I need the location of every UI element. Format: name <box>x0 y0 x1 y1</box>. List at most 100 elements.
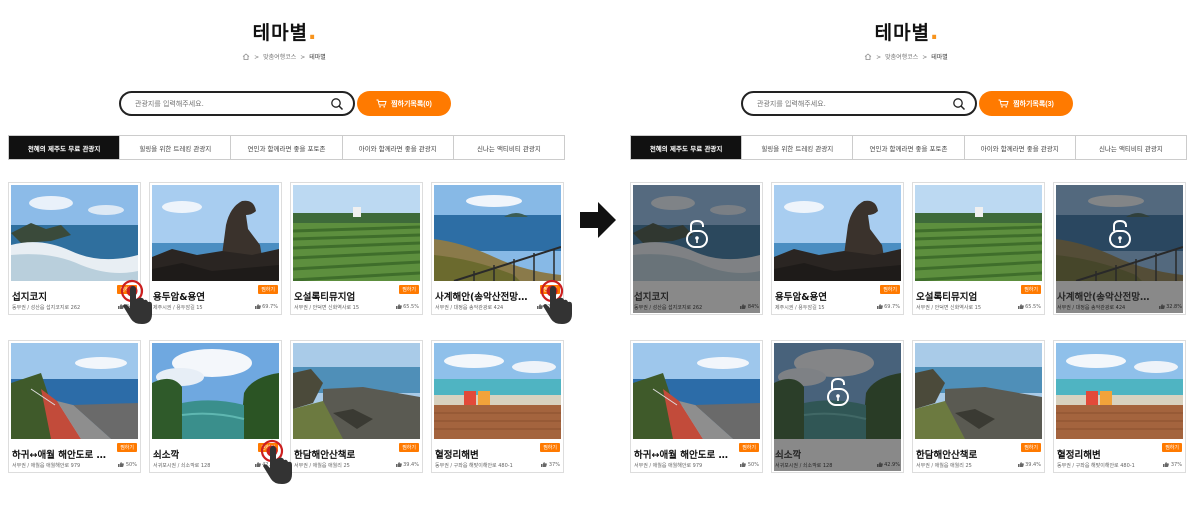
attraction-photo[interactable] <box>434 185 561 281</box>
breadcrumb: > 맞춤여행코스 > 테마별 <box>622 52 1192 61</box>
like-value: 50% <box>747 462 759 468</box>
thumbs-up-icon <box>254 304 261 309</box>
like-value: 39.4% <box>1025 462 1041 468</box>
tab-trekking[interactable]: 힐링을 위한 트레킹 관광지 <box>742 136 854 159</box>
attraction-card-handam-trail[interactable]: 한담해안산책로 찜하기 서부권 / 애월읍 애월리 25 39.4% <box>290 340 423 473</box>
breadcrumb-item[interactable]: 맞춤여행코스 <box>885 54 918 61</box>
tab-free[interactable]: 천혜의 제주도 무료 관광지 <box>631 136 743 159</box>
attraction-card-handam-trail[interactable]: 한담해안산책로 찜하기 서부권 / 애월읍 애월리 25 39.4% <box>912 340 1045 473</box>
wishlist-badge[interactable]: 찜하기 <box>1021 285 1041 294</box>
attraction-photo[interactable] <box>915 343 1042 439</box>
attraction-photo[interactable] <box>915 185 1042 281</box>
attraction-name: 쇠소깍 <box>153 450 180 461</box>
attraction-name: 사계해안(송악산전망… <box>435 292 528 303</box>
wishlist-badge[interactable]: 찜하기 <box>1021 443 1041 452</box>
search-box[interactable] <box>119 91 355 116</box>
attraction-address: 서부권 / 애월읍 애월리 25 <box>294 463 350 469</box>
attraction-photo[interactable] <box>774 185 901 281</box>
like-value: 69.7% <box>884 304 900 310</box>
like-rate: 50% <box>118 462 137 468</box>
attraction-photo[interactable] <box>434 343 561 439</box>
like-rate: 37% <box>541 462 560 468</box>
thumbs-up-icon <box>1163 462 1170 467</box>
attraction-card-soesokkak[interactable]: 쇠소깍서귀포시권 / 쇠소깍로 128 42.9% <box>771 340 904 473</box>
wishlist-badge[interactable]: 찜하기 <box>399 443 419 452</box>
attraction-photo[interactable] <box>293 185 420 281</box>
attraction-photo[interactable] <box>152 343 279 439</box>
tab-activity[interactable]: 신나는 액티비티 관광지 <box>1075 136 1187 159</box>
tab-free[interactable]: 천혜의 제주도 무료 관광지 <box>9 136 121 159</box>
tab-activity[interactable]: 신나는 액티비티 관광지 <box>453 136 565 159</box>
wishlist-badge[interactable]: 찜하기 <box>117 443 137 452</box>
search-box[interactable] <box>741 91 977 116</box>
breadcrumb: > 맞춤여행코스 > 테마별 <box>0 52 570 61</box>
wishlist-badge[interactable]: 찜하기 <box>540 443 560 452</box>
tab-photozone[interactable]: 연인과 함께라면 좋을 포토존 <box>853 136 965 159</box>
like-rate: 69.7% <box>254 304 278 310</box>
wishlist-badge[interactable]: 찜하기 <box>880 285 900 294</box>
like-rate: 65.5% <box>1017 304 1041 310</box>
selected-overlay[interactable] <box>1056 185 1183 313</box>
wishlist-badge[interactable]: 찜하기 <box>739 443 759 452</box>
attraction-photo[interactable] <box>152 185 279 281</box>
tab-photozone[interactable]: 연인과 함께라면 좋을 포토존 <box>231 136 343 159</box>
thumbs-up-icon <box>395 304 402 309</box>
attraction-card-hagwi-aewol-road[interactable]: 하귀↔애월 해안도로 … 찜하기 서부권 / 애월읍 애월해안로 979 50% <box>8 340 141 473</box>
attraction-card-hagwi-aewol-road[interactable]: 하귀↔애월 해안도로 … 찜하기 서부권 / 애월읍 애월해안로 979 50% <box>630 340 763 473</box>
like-value: 65.5% <box>1025 304 1041 310</box>
attraction-address: 서부권 / 안덕면 신화역사로 15 <box>916 305 982 311</box>
attraction-address: 제주시권 / 용두암길 15 <box>775 305 825 311</box>
attraction-card-sagye-coast[interactable]: 사계해안(송악산전망…서부권 / 대정읍 송악관광로 424 32.8% <box>1053 182 1186 315</box>
attraction-name: 섭지코지 <box>12 292 47 303</box>
attraction-card-yongduam[interactable]: 용두암&용연 찜하기 제주시권 / 용두암길 15 69.7% <box>149 182 282 315</box>
like-value: 37% <box>1170 462 1182 468</box>
search-input[interactable] <box>135 98 315 110</box>
tab-kids[interactable]: 아이와 함께라면 좋을 관광지 <box>342 136 454 159</box>
attraction-card-hyeopjae-beach[interactable]: 혈정리해변 찜하기동부권 / 구좌읍 해맞이해안로 480-1 37% <box>1053 340 1186 473</box>
wishlist-button[interactable]: 찜하기목록(3) <box>979 91 1073 116</box>
thumbs-up-icon <box>1017 462 1024 467</box>
theme-tabs: 천혜의 제주도 무료 관광지 힐링을 위한 트레킹 관광지 연인과 함께라면 좋… <box>630 135 1187 160</box>
attraction-photo[interactable] <box>633 343 760 439</box>
search-icon[interactable] <box>952 97 966 111</box>
like-value: 37% <box>548 462 560 468</box>
attraction-card-hyeopjae-beach[interactable]: 혈정리해변 찜하기 동부권 / 구좌읍 해맞이해안로 480-1 37% <box>431 340 564 473</box>
like-rate: 69.7% <box>876 304 900 310</box>
thumbs-up-icon <box>876 304 883 309</box>
attraction-photo[interactable] <box>11 343 138 439</box>
wishlist-badge[interactable]: 찜하기 <box>258 285 278 294</box>
attraction-address: 제주시권 / 용두암길 15 <box>153 305 203 311</box>
unlock-icon <box>1109 219 1131 248</box>
breadcrumb-item[interactable]: 맞춤여행코스 <box>263 54 296 61</box>
selected-overlay[interactable] <box>633 185 760 313</box>
attraction-photo[interactable] <box>1056 343 1183 439</box>
attraction-name: 혈정리해변 <box>435 450 479 461</box>
cart-icon <box>376 99 387 108</box>
thumbs-up-icon <box>118 462 125 467</box>
like-value: 50% <box>125 462 137 468</box>
search-icon[interactable] <box>330 97 344 111</box>
attraction-photo[interactable] <box>293 343 420 439</box>
attraction-address: 서부권 / 애월읍 애월해안로 979 <box>634 463 703 469</box>
attraction-card-osulloc[interactable]: 오설록티뮤지엄 찜하기 서부권 / 안덕면 신화역사로 15 65.5% <box>290 182 423 315</box>
search-row: 찜하기목록(3) <box>741 91 1076 116</box>
home-icon[interactable] <box>864 53 872 60</box>
attraction-card-seopjikoji[interactable]: 섭지코지동부권 / 성산읍 섭지코지로 262 84% <box>630 182 763 315</box>
attraction-name: 혈정리해변 <box>1057 450 1101 461</box>
wishlist-button[interactable]: 찜하기목록(0) <box>357 91 451 116</box>
tab-trekking[interactable]: 힐링을 위한 트레킹 관광지 <box>120 136 232 159</box>
attraction-photo[interactable] <box>11 185 138 281</box>
selected-overlay[interactable] <box>774 343 901 471</box>
attraction-card-yongduam[interactable]: 용두암&용연 찜하기 제주시권 / 용두암길 15 69.7% <box>771 182 904 315</box>
like-value: 39.4% <box>403 462 419 468</box>
attraction-card-osulloc[interactable]: 오설록티뮤지엄 찜하기 서부권 / 안덕면 신화역사로 15 65.5% <box>912 182 1045 315</box>
attraction-address: 동부권 / 성산읍 섭지코지로 262 <box>12 305 81 311</box>
wishlist-badge[interactable]: 찜하기 <box>1162 443 1182 452</box>
attraction-address: 동부권 / 구좌읍 해맞이해안로 480-1 <box>1057 463 1135 469</box>
search-input[interactable] <box>757 98 937 110</box>
page-title: 테마별. <box>874 20 940 45</box>
tab-kids[interactable]: 아이와 함께라면 좋을 관광지 <box>964 136 1076 159</box>
home-icon[interactable] <box>242 53 250 60</box>
wishlist-badge[interactable]: 찜하기 <box>399 285 419 294</box>
finger-touch-icon <box>540 279 572 324</box>
